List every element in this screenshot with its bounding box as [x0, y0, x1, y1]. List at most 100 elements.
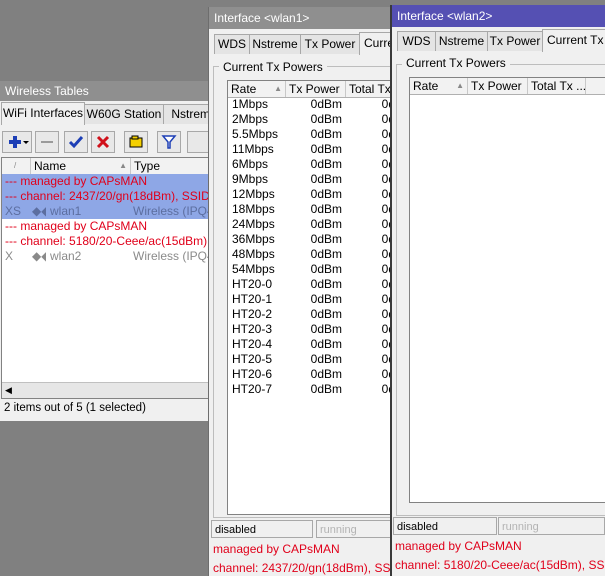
remove-button[interactable] — [35, 131, 59, 153]
enable-button[interactable] — [64, 131, 88, 153]
column-total-tx[interactable]: Total Tx ... — [528, 78, 586, 94]
current-tx-powers-title: Current Tx Powers — [402, 56, 510, 70]
tx-power-cell: 0dBm — [310, 247, 342, 261]
filter-button[interactable] — [157, 131, 181, 153]
total-tx-cell: 0dE — [381, 232, 393, 246]
scroll-left-icon[interactable]: ◀ — [5, 383, 12, 398]
tx-power-cell: 0dBm — [310, 382, 342, 396]
wlan2-window: Interface <wlan2> WDS Nstreme Tx Power C… — [390, 5, 605, 576]
tx-power-cell: 0dBm — [310, 142, 342, 156]
managed-note: --- managed by CAPsMAN — [5, 219, 148, 233]
list-item-managed-2[interactable]: --- managed by CAPsMAN — [2, 219, 209, 234]
table-row[interactable]: HT20-4 0dBm 0dE — [228, 337, 393, 352]
rate-cell: 36Mbps — [232, 232, 275, 246]
tab-wifi-interfaces[interactable]: WiFi Interfaces — [1, 102, 85, 125]
wlan2-tabs: WDS Nstreme Tx Power Current Tx P — [392, 29, 605, 52]
total-tx-cell: 0dE — [381, 142, 393, 156]
table-row-wlan2[interactable]: X ◆◆ wlan2 Wireless (IPQ40 — [2, 249, 209, 264]
column-tx-power[interactable]: Tx Power — [286, 81, 346, 97]
table-row[interactable]: HT20-3 0dBm 0dE — [228, 322, 393, 337]
total-tx-cell: 0dE — [381, 262, 393, 276]
column-rate[interactable]: Rate ▲ — [410, 78, 468, 94]
column-tx-power-label: Tx Power — [471, 79, 522, 93]
comment-button[interactable] — [124, 131, 148, 153]
wireless-tables-titlebar[interactable]: Wireless Tables — [0, 81, 212, 101]
table-row[interactable]: 5.5Mbps 0dBm 0dE — [228, 127, 393, 142]
status-disabled-label: disabled — [397, 521, 438, 533]
tab-nstreme-label: Nstreme — [252, 37, 298, 51]
tab-wds[interactable]: WDS — [397, 31, 436, 51]
wlan2-tx-powers-header: Rate ▲ Tx Power Total Tx ... — [410, 78, 605, 95]
tab-current-tx-power[interactable]: Current Tx P — [542, 29, 605, 52]
column-total-tx[interactable]: Total Tx — [346, 81, 393, 97]
tab-wds-label: WDS — [218, 37, 246, 51]
total-tx-cell: 0dE — [381, 382, 393, 396]
table-row[interactable]: HT20-7 0dBm 0dE — [228, 382, 393, 397]
check-icon — [68, 136, 84, 149]
table-row[interactable]: 2Mbps 0dBm 0dE — [228, 112, 393, 127]
horizontal-scrollbar[interactable]: ◀ — [2, 382, 209, 398]
table-row[interactable]: 18Mbps 0dBm 0dE — [228, 202, 393, 217]
table-row[interactable]: HT20-6 0dBm 0dE — [228, 367, 393, 382]
tab-wifi-interfaces-label: WiFi Interfaces — [2, 106, 83, 120]
column-type[interactable]: Type — [131, 158, 209, 174]
total-tx-cell: 0dE — [381, 307, 393, 321]
table-row[interactable]: 1Mbps 0dBm 0dE — [228, 97, 393, 112]
tab-w60g-station[interactable]: W60G Station — [84, 104, 164, 124]
disable-button[interactable] — [91, 131, 115, 153]
managed-note: --- managed by CAPsMAN — [5, 174, 148, 188]
tx-power-cell: 0dBm — [310, 322, 342, 336]
table-row[interactable]: 6Mbps 0dBm 0dE — [228, 157, 393, 172]
column-tx-power[interactable]: Tx Power — [468, 78, 528, 94]
tab-wds[interactable]: WDS — [214, 34, 250, 54]
tab-nstreme[interactable]: Nstreme — [435, 31, 488, 51]
tx-power-cell: 0dBm — [310, 232, 342, 246]
column-tx-power-label: Tx Power — [289, 82, 340, 96]
total-tx-cell: 0dE — [381, 292, 393, 306]
tab-tx-power[interactable]: Tx Power — [487, 31, 543, 51]
interface-icon: ◆◆ — [32, 249, 46, 263]
wlan2-channel-note: channel: 5180/20-Ceee/ac(15dBm), SSID: L — [395, 558, 605, 572]
table-row[interactable]: HT20-5 0dBm 0dE — [228, 352, 393, 367]
current-tx-powers-title-label: Current Tx Powers — [406, 56, 506, 70]
list-item-managed-1[interactable]: --- managed by CAPsMAN — [2, 174, 209, 189]
extra-button[interactable] — [187, 131, 209, 153]
column-name[interactable]: Name ▲ — [31, 158, 131, 174]
column-type-label: Type — [134, 159, 161, 173]
wlan2-tx-powers-table: Rate ▲ Tx Power Total Tx ... — [409, 77, 605, 503]
tab-nstreme[interactable]: Nstreme — [163, 104, 212, 124]
channel-note: --- channel: 5180/20-Ceee/ac(15dBm), S — [5, 234, 210, 248]
rate-cell: HT20-0 — [232, 277, 273, 291]
wlan1-managed-note: managed by CAPsMAN — [213, 542, 340, 556]
list-item-channel-2[interactable]: --- channel: 5180/20-Ceee/ac(15dBm), S — [2, 234, 209, 249]
tab-current-tx-power-label: Curre — [364, 36, 393, 50]
table-row[interactable]: HT20-2 0dBm 0dE — [228, 307, 393, 322]
table-row[interactable]: 11Mbps 0dBm 0dE — [228, 142, 393, 157]
total-tx-cell: 0dE — [381, 112, 393, 126]
table-row[interactable]: 36Mbps 0dBm 0dE — [228, 232, 393, 247]
tab-tx-power[interactable]: Tx Power — [300, 34, 360, 54]
table-row-wlan1[interactable]: XS ◆◆ wlan1 Wireless (IPQ40 — [2, 204, 209, 219]
row-flags: XS — [5, 204, 22, 218]
table-row[interactable]: HT20-1 0dBm 0dE — [228, 292, 393, 307]
column-rate[interactable]: Rate ▲ — [228, 81, 286, 97]
table-row[interactable]: HT20-0 0dBm 0dE — [228, 277, 393, 292]
rate-cell: 6Mbps — [232, 157, 269, 171]
wlan2-titlebar[interactable]: Interface <wlan2> — [392, 5, 605, 27]
tab-nstreme[interactable]: Nstreme — [249, 34, 301, 54]
interface-icon: ◆◆ — [32, 204, 46, 218]
tab-current-tx-power[interactable]: Curre — [359, 32, 393, 55]
wlan1-titlebar[interactable]: Interface <wlan1> — [209, 7, 393, 29]
table-row[interactable]: 54Mbps 0dBm 0dE — [228, 262, 393, 277]
add-button[interactable] — [2, 131, 32, 153]
table-row[interactable]: 24Mbps 0dBm 0dE — [228, 217, 393, 232]
rate-cell: 54Mbps — [232, 262, 275, 276]
table-row[interactable]: 9Mbps 0dBm 0dE — [228, 172, 393, 187]
wlan2-status-disabled: disabled — [393, 517, 497, 535]
filter-icon — [161, 135, 177, 149]
column-flags[interactable]: / — [2, 158, 31, 174]
list-item-channel-1[interactable]: --- channel: 2437/20/gn(18dBm), SSID: — [2, 189, 209, 204]
tab-wds-label: WDS — [402, 34, 431, 48]
table-row[interactable]: 48Mbps 0dBm 0dE — [228, 247, 393, 262]
table-row[interactable]: 12Mbps 0dBm 0dE — [228, 187, 393, 202]
